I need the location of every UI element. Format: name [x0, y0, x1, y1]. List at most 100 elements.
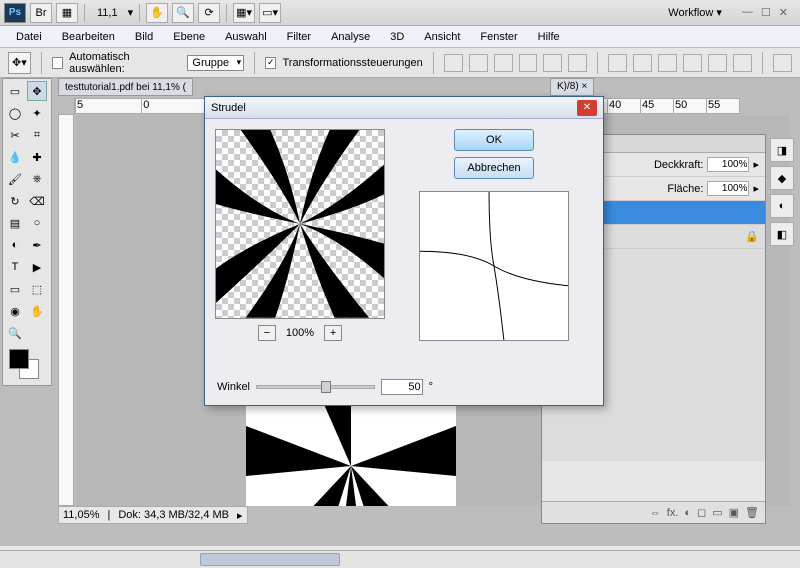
distribute-button[interactable] [733, 54, 752, 72]
scrollbar-thumb[interactable] [200, 553, 340, 566]
lasso-tool-icon[interactable]: ◯ [5, 103, 25, 123]
hand-tool-icon[interactable]: ✋ [146, 3, 168, 23]
move-tool-indicator-icon[interactable]: ✥▾ [8, 52, 31, 74]
foreground-color-icon[interactable] [9, 349, 29, 369]
distribute-button[interactable] [658, 54, 677, 72]
chevron-right-icon[interactable]: ▸ [753, 158, 759, 171]
menu-3d[interactable]: 3D [380, 28, 414, 46]
distribute-button[interactable] [683, 54, 702, 72]
blur-tool-icon[interactable]: ○ [27, 213, 47, 233]
rotate-icon[interactable]: ⟳ [198, 3, 220, 23]
link-layers-icon[interactable]: ⇔ [650, 507, 661, 519]
new-layer-icon[interactable]: ▣ [729, 506, 739, 519]
wand-tool-icon[interactable]: ✦ [27, 103, 47, 123]
fx-icon[interactable]: fx. [667, 507, 679, 519]
align-button[interactable] [519, 54, 538, 72]
screenmode-icon[interactable]: ▭▾ [259, 3, 281, 23]
menu-fenster[interactable]: Fenster [470, 28, 527, 46]
document-tab[interactable]: testtutorial1.pdf bei 11,1% ( [58, 78, 193, 96]
panel-icon[interactable]: ◐ [770, 194, 794, 218]
align-button[interactable] [568, 54, 587, 72]
chevron-down-icon[interactable]: ▾ [128, 6, 134, 19]
adjustment-icon[interactable]: ◻ [697, 506, 706, 519]
shape-tool-icon[interactable]: ▭ [5, 279, 25, 299]
group-icon[interactable]: ▭ [712, 506, 722, 519]
cancel-button[interactable]: Abbrechen [454, 157, 534, 179]
angle-slider[interactable] [256, 385, 375, 389]
zoom-level[interactable]: 11,1 [91, 7, 124, 19]
gradient-tool-icon[interactable]: ▤ [5, 213, 25, 233]
menu-bild[interactable]: Bild [125, 28, 163, 46]
chevron-right-icon[interactable]: ▸ [753, 182, 759, 195]
align-button[interactable] [469, 54, 488, 72]
arrange-icon[interactable]: ▦▾ [233, 3, 255, 23]
menu-ebene[interactable]: Ebene [163, 28, 215, 46]
panel-icon[interactable]: ◧ [770, 222, 794, 246]
fill-input[interactable] [707, 181, 749, 196]
options-bar: ✥▾ Automatisch auswählen: Gruppe Transfo… [0, 48, 800, 78]
menu-hilfe[interactable]: Hilfe [528, 28, 570, 46]
marquee-tool-icon[interactable]: ▭ [5, 81, 25, 101]
zoom-in-button[interactable]: + [324, 325, 342, 341]
status-zoom[interactable]: 11,05% [63, 509, 100, 521]
horizontal-scrollbar[interactable] [0, 550, 800, 568]
stamp-tool-icon[interactable]: ⎈ [27, 169, 47, 189]
close-icon[interactable]: ✕ [577, 100, 597, 116]
3d-camera-icon[interactable]: ◉ [5, 301, 25, 321]
restore-icon[interactable]: ☐ [761, 6, 771, 19]
angle-input[interactable] [381, 379, 423, 395]
tools-panel: ▭ ✥ ◯ ✦ ✂ ⌗ 💧 ✚ 🖌 ⎈ ↻ ⌫ ▤ ○ ◐ ✒ T ▶ ▭ ⬚ … [2, 78, 52, 386]
hand-tool-icon[interactable]: ✋ [27, 301, 47, 321]
panel-icon[interactable]: ◆ [770, 166, 794, 190]
menu-auswahl[interactable]: Auswahl [215, 28, 277, 46]
distribute-button[interactable] [608, 54, 627, 72]
auto-align-button[interactable] [773, 54, 792, 72]
align-button[interactable] [543, 54, 562, 72]
ok-button[interactable]: OK [454, 129, 534, 151]
crop-tool-icon[interactable]: ✂ [5, 125, 25, 145]
eraser-tool-icon[interactable]: ⌫ [27, 191, 47, 211]
type-tool-icon[interactable]: T [5, 257, 25, 277]
align-button[interactable] [494, 54, 513, 72]
dodge-tool-icon[interactable]: ◐ [5, 235, 25, 255]
pen-tool-icon[interactable]: ✒ [27, 235, 47, 255]
zoom-tool-icon[interactable]: 🔍 [172, 3, 194, 23]
menu-filter[interactable]: Filter [277, 28, 321, 46]
history-brush-icon[interactable]: ↻ [5, 191, 25, 211]
chevron-right-icon[interactable]: ▸ [237, 509, 243, 522]
menu-bearbeiten[interactable]: Bearbeiten [52, 28, 125, 46]
zoom-tool-icon[interactable]: 🔍 [5, 323, 25, 343]
dialog-titlebar[interactable]: Strudel ✕ [205, 97, 603, 119]
distribute-button[interactable] [708, 54, 727, 72]
zoom-out-button[interactable]: − [258, 325, 276, 341]
slice-tool-icon[interactable]: ⌗ [27, 125, 47, 145]
document-tab-2[interactable]: K)/8) × [550, 78, 594, 96]
3d-tool-icon[interactable]: ⬚ [27, 279, 47, 299]
photoshop-logo-icon: Ps [4, 3, 26, 23]
heal-tool-icon[interactable]: ✚ [27, 147, 47, 167]
panel-icon[interactable]: ◨ [770, 138, 794, 162]
slider-thumb[interactable] [321, 381, 331, 393]
transform-controls-checkbox[interactable] [265, 57, 276, 69]
film-icon[interactable]: ▦ [56, 3, 78, 23]
opacity-input[interactable] [707, 157, 749, 172]
menu-analyse[interactable]: Analyse [321, 28, 380, 46]
filter-preview[interactable] [215, 129, 385, 319]
color-swatch[interactable] [9, 349, 39, 379]
brush-tool-icon[interactable]: 🖌 [5, 169, 25, 189]
menu-datei[interactable]: Datei [6, 28, 52, 46]
bridge-icon[interactable]: Br [30, 3, 52, 23]
auto-select-checkbox[interactable] [52, 57, 63, 69]
menu-ansicht[interactable]: Ansicht [414, 28, 470, 46]
minimize-icon[interactable]: — [742, 6, 753, 19]
auto-select-dropdown[interactable]: Gruppe [187, 55, 244, 71]
close-icon[interactable]: ✕ [779, 6, 788, 19]
distribute-button[interactable] [633, 54, 652, 72]
mask-icon[interactable]: ◐ [684, 507, 691, 519]
path-select-icon[interactable]: ▶ [27, 257, 47, 277]
align-button[interactable] [444, 54, 463, 72]
eyedropper-tool-icon[interactable]: 💧 [5, 147, 25, 167]
trash-icon[interactable]: 🗑 [745, 506, 759, 519]
workspace-switcher[interactable]: Workflow ▾ [660, 4, 730, 21]
move-tool-icon[interactable]: ✥ [27, 81, 47, 101]
